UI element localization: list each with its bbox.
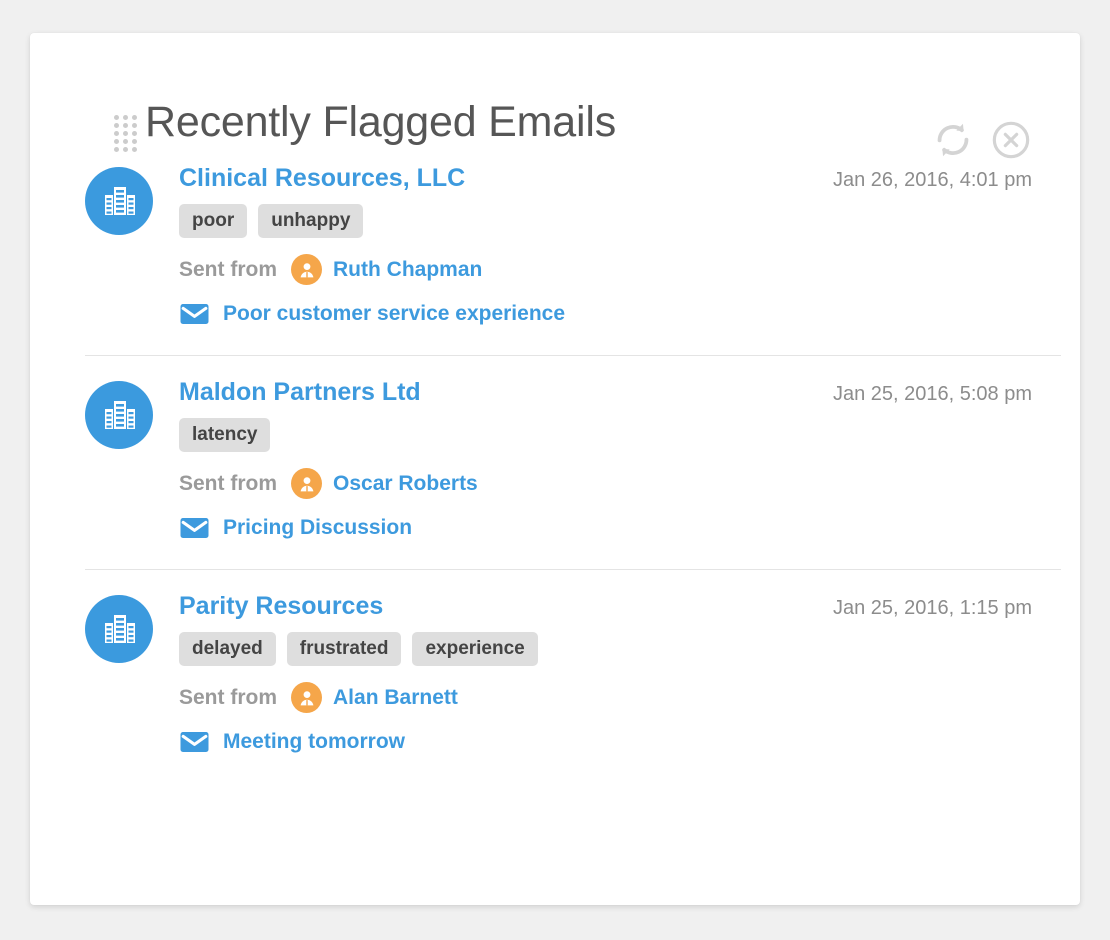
timestamp: Jan 25, 2016, 1:15 pm: [832, 597, 1032, 619]
email-row-header: Parity Resources Jan 25, 2016, 1:15 pm: [179, 591, 1032, 621]
email-subject[interactable]: Poor customer service experience: [223, 302, 565, 326]
sender-line: Sent from Ruth Chapman: [179, 254, 1032, 285]
sent-from-label: Sent from: [179, 685, 278, 709]
sent-from-label: Sent from: [179, 471, 278, 495]
status-badge[interactable]: experience: [412, 632, 538, 666]
sent-from-label: Sent from: [179, 257, 278, 281]
envelope-icon: [179, 726, 210, 757]
page-title: Recently Flagged Emails: [145, 98, 617, 146]
email-subject[interactable]: Pricing Discussion: [223, 516, 412, 540]
envelope-icon: [179, 512, 210, 543]
email-row-content: Maldon Partners Ltd Jan 25, 2016, 5:08 p…: [179, 377, 1032, 543]
user-icon: [291, 254, 323, 285]
sender-line: Sent from Alan Barnett: [179, 682, 1032, 713]
tag-list: poor unhappy: [179, 204, 1032, 238]
user-icon: [291, 468, 323, 499]
status-badge[interactable]: latency: [179, 418, 271, 452]
status-badge[interactable]: delayed: [179, 632, 276, 666]
email-row-header: Clinical Resources, LLC Jan 26, 2016, 4:…: [179, 163, 1032, 193]
organization-name[interactable]: Parity Resources: [179, 591, 383, 621]
organization-name[interactable]: Maldon Partners Ltd: [179, 377, 421, 407]
organization-name[interactable]: Clinical Resources, LLC: [179, 163, 465, 193]
building-icon: [85, 595, 153, 663]
email-subject[interactable]: Meeting tomorrow: [223, 730, 405, 754]
status-badge[interactable]: unhappy: [258, 204, 364, 238]
timestamp: Jan 26, 2016, 4:01 pm: [832, 169, 1032, 191]
subject-line: Pricing Discussion: [179, 512, 1032, 543]
subject-line: Meeting tomorrow: [179, 726, 1032, 757]
tag-list: latency: [179, 418, 1032, 452]
status-badge[interactable]: frustrated: [286, 632, 402, 666]
email-row-content: Clinical Resources, LLC Jan 26, 2016, 4:…: [179, 163, 1032, 329]
flagged-email-list: Clinical Resources, LLC Jan 26, 2016, 4:…: [30, 141, 1080, 783]
building-icon: [85, 381, 153, 449]
user-icon: [291, 682, 323, 713]
sender-line: Sent from Oscar Roberts: [179, 468, 1032, 499]
tag-list: delayed frustrated experience: [179, 632, 1032, 666]
sender-name[interactable]: Ruth Chapman: [333, 258, 482, 282]
status-badge[interactable]: poor: [179, 204, 248, 238]
panel-header: Recently Flagged Emails: [30, 33, 1080, 159]
envelope-icon: [179, 298, 210, 329]
building-icon: [85, 167, 153, 235]
email-row-header: Maldon Partners Ltd Jan 25, 2016, 5:08 p…: [179, 377, 1032, 407]
subject-line: Poor customer service experience: [179, 298, 1032, 329]
recently-flagged-emails-panel: Recently Flagged Emails Clinical Resourc…: [30, 33, 1080, 905]
list-item[interactable]: Parity Resources Jan 25, 2016, 1:15 pm d…: [30, 569, 1080, 783]
email-row-content: Parity Resources Jan 25, 2016, 1:15 pm d…: [179, 591, 1032, 757]
sender-name[interactable]: Oscar Roberts: [333, 472, 478, 496]
sender-name[interactable]: Alan Barnett: [333, 686, 458, 710]
list-item[interactable]: Clinical Resources, LLC Jan 26, 2016, 4:…: [30, 141, 1080, 355]
list-item[interactable]: Maldon Partners Ltd Jan 25, 2016, 5:08 p…: [30, 355, 1080, 569]
timestamp: Jan 25, 2016, 5:08 pm: [832, 383, 1032, 405]
